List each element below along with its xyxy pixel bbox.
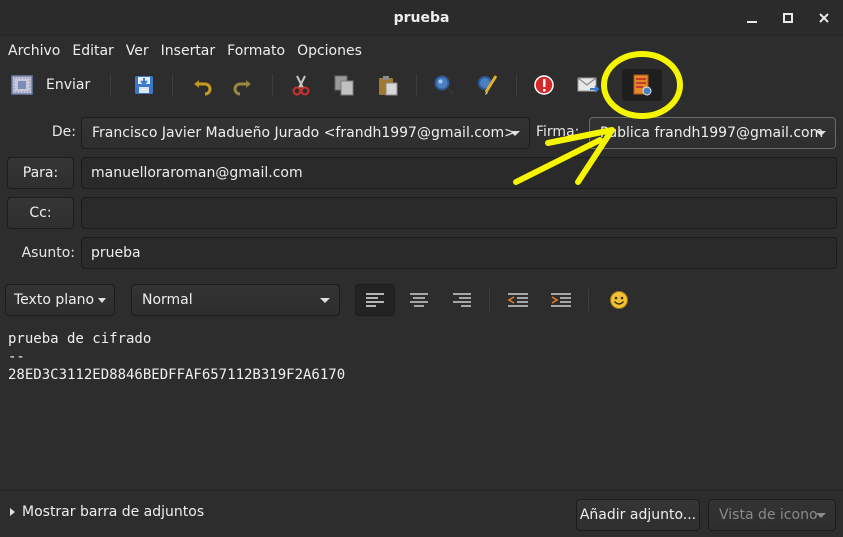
save-icon	[135, 76, 153, 94]
priority-button[interactable]	[530, 70, 558, 100]
menu-ver[interactable]: Ver	[120, 43, 155, 59]
request-receipt-button[interactable]	[574, 70, 602, 100]
body-line: 28ED3C3112ED8846BEDFFAF657112B319F2A6170	[8, 367, 346, 383]
body-line: prueba de cifrado	[8, 331, 152, 347]
chevron-down-icon	[98, 297, 107, 303]
from-label: De:	[51, 124, 76, 140]
toolbar-separator	[416, 74, 417, 96]
priority-icon	[534, 75, 554, 95]
unindent-icon	[507, 293, 528, 307]
view-mode-value: Vista de icono	[719, 507, 818, 523]
menu-editar[interactable]: Editar	[66, 43, 119, 59]
add-attachment-label: Añadir adjunto...	[579, 507, 697, 523]
title-bar: prueba	[0, 0, 843, 36]
toolbar-separator	[110, 74, 111, 96]
from-combo[interactable]: Francisco Javier Madueño Jurado <frandh1…	[81, 117, 530, 149]
cut-icon	[292, 75, 310, 96]
menu-archivo[interactable]: Archivo	[2, 43, 66, 59]
indent-icon	[551, 293, 571, 307]
chevron-down-icon	[320, 298, 330, 303]
to-button[interactable]: Para:	[7, 157, 74, 189]
chevron-down-icon	[510, 131, 520, 136]
cc-label: Cc:	[29, 205, 52, 221]
to-label: Para:	[22, 165, 59, 181]
from-value: Francisco Javier Madueño Jurado <frandh1…	[92, 125, 516, 141]
send-button[interactable]: Enviar	[10, 70, 90, 100]
find-button[interactable]	[430, 70, 458, 100]
window-title: prueba	[393, 9, 450, 26]
window-controls	[741, 0, 835, 36]
signature-label: Firma:	[536, 124, 580, 140]
paragraph-style-value: Normal	[142, 292, 193, 308]
emoticon-button[interactable]	[599, 284, 639, 316]
format-separator	[489, 289, 490, 311]
menu-opciones[interactable]: Opciones	[291, 43, 368, 59]
cut-button[interactable]	[287, 70, 315, 100]
body-line: --	[8, 349, 25, 365]
main-toolbar: Enviar	[0, 66, 843, 104]
minimize-icon[interactable]	[741, 7, 763, 29]
paste-button[interactable]	[374, 70, 402, 100]
attachment-bar: Mostrar barra de adjuntos Añadir adjunto…	[0, 490, 843, 537]
request-receipt-icon	[577, 77, 600, 93]
menu-bar: Archivo Editar Ver Insertar Formato Opci…	[0, 38, 843, 64]
redo-icon	[233, 80, 251, 96]
subject-field[interactable]: prueba	[81, 237, 837, 269]
sign-key-button[interactable]	[622, 69, 662, 101]
paste-icon	[379, 76, 398, 96]
paragraph-style-combo[interactable]: Normal	[131, 284, 340, 316]
subject-label: Asunto:	[21, 245, 75, 261]
spellcheck-icon	[478, 75, 498, 95]
sign-key-icon	[633, 74, 652, 96]
indent-button[interactable]	[541, 284, 581, 316]
to-field[interactable]: manuelloraroman@gmail.com	[81, 157, 837, 189]
menu-insertar[interactable]: Insertar	[155, 43, 222, 59]
close-icon[interactable]	[813, 7, 835, 29]
toolbar-separator	[172, 74, 173, 96]
maximize-icon[interactable]	[777, 7, 799, 29]
spellcheck-button[interactable]	[474, 70, 502, 100]
align-left-icon	[366, 293, 384, 307]
format-separator	[588, 289, 589, 311]
unindent-button[interactable]	[498, 284, 538, 316]
text-mode-value: Texto plano	[14, 292, 95, 308]
signature-value: Publica frandh1997@gmail.com	[600, 125, 824, 141]
menu-formato[interactable]: Formato	[221, 43, 291, 59]
show-attachments-label: Mostrar barra de adjuntos	[22, 504, 205, 520]
align-center-button[interactable]	[399, 284, 439, 316]
chevron-down-icon	[816, 513, 826, 518]
find-icon	[434, 75, 455, 96]
send-icon	[11, 75, 33, 95]
align-center-icon	[410, 293, 428, 307]
subject-value: prueba	[91, 245, 141, 261]
add-attachment-button[interactable]: Añadir adjunto...	[576, 499, 700, 531]
signature-combo[interactable]: Publica frandh1997@gmail.com	[589, 117, 836, 149]
cc-button[interactable]: Cc:	[7, 197, 74, 229]
align-left-button[interactable]	[355, 284, 395, 316]
toolbar-separator	[272, 74, 273, 96]
undo-button[interactable]	[188, 70, 216, 100]
expander-arrow-icon	[10, 508, 15, 516]
to-value: manuelloraroman@gmail.com	[91, 165, 303, 181]
copy-button[interactable]	[330, 70, 358, 100]
align-right-icon	[453, 293, 471, 307]
save-button[interactable]	[130, 70, 158, 100]
undo-icon	[194, 80, 212, 96]
redo-button[interactable]	[229, 70, 257, 100]
view-mode-combo[interactable]: Vista de icono	[708, 499, 836, 531]
show-attachments-toggle[interactable]: Mostrar barra de adjuntos	[10, 504, 204, 520]
copy-icon	[334, 75, 354, 96]
emoticon-icon	[610, 291, 628, 309]
text-mode-combo[interactable]: Texto plano	[5, 284, 115, 316]
message-body[interactable]: prueba de cifrado -- 28ED3C3112ED8846BED…	[0, 324, 843, 490]
chevron-down-icon	[816, 131, 826, 136]
align-right-button[interactable]	[442, 284, 482, 316]
send-label: Enviar	[46, 77, 91, 93]
toolbar-separator	[516, 74, 517, 96]
cc-field[interactable]	[81, 197, 837, 229]
